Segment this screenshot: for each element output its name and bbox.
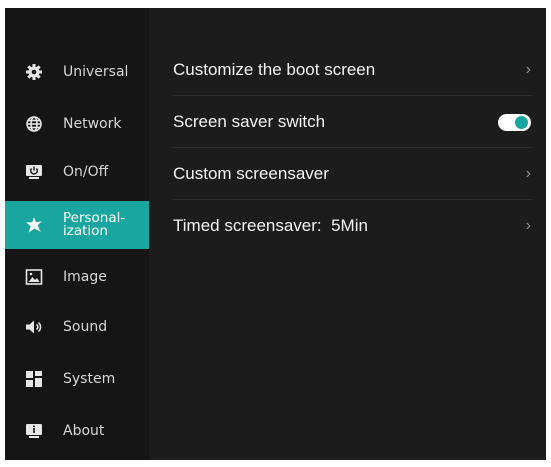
- info-monitor-icon: [25, 422, 43, 440]
- sidebar-item-label: Universal: [63, 64, 129, 80]
- sidebar-item-sound[interactable]: Sound: [5, 304, 149, 350]
- chevron-right-icon: ›: [525, 165, 531, 182]
- sidebar-item-image[interactable]: Image: [5, 254, 149, 300]
- sidebar-item-label: Personal- ization: [63, 210, 126, 239]
- custom-screensaver-row[interactable]: Custom screensaver ›: [173, 148, 533, 200]
- sidebar-item-about[interactable]: About: [5, 408, 149, 454]
- settings-window: Universal Network On/Off Personal- izati…: [5, 8, 546, 460]
- system-grid-icon: [25, 370, 43, 388]
- personalization-icon: [25, 216, 43, 234]
- sidebar-item-personalization[interactable]: Personal- ization: [5, 201, 149, 249]
- sidebar-item-universal[interactable]: Universal: [5, 49, 149, 95]
- screen-saver-switch-label: Screen saver switch: [173, 112, 326, 131]
- boot-screen-row[interactable]: Customize the boot screen ›: [173, 44, 533, 96]
- chevron-right-icon: ›: [525, 61, 531, 78]
- timed-screensaver-row[interactable]: Timed screensaver: 5Min ›: [173, 200, 533, 252]
- speaker-icon: [25, 318, 43, 336]
- sidebar-item-label: System: [63, 371, 116, 387]
- timed-screensaver-label: Timed screensaver: 5Min: [173, 216, 368, 235]
- sidebar-item-label: About: [63, 423, 105, 439]
- image-icon: [25, 268, 43, 286]
- chevron-right-icon: ›: [525, 217, 531, 234]
- screen-saver-switch-row[interactable]: Screen saver switch: [173, 96, 533, 148]
- globe-icon: [25, 115, 43, 133]
- toggle-knob: [515, 115, 528, 129]
- boot-screen-label: Customize the boot screen: [173, 60, 376, 79]
- power-monitor-icon: [25, 163, 43, 181]
- screen-saver-toggle[interactable]: [498, 113, 531, 131]
- custom-screensaver-label: Custom screensaver: [173, 164, 329, 183]
- gear-icon: [25, 63, 43, 81]
- sidebar-item-label: Image: [63, 269, 107, 285]
- sidebar-item-label: Sound: [63, 319, 108, 335]
- sidebar-item-label: On/Off: [63, 164, 109, 180]
- sidebar: Universal Network On/Off Personal- izati…: [5, 8, 149, 460]
- sidebar-item-label: Network: [63, 116, 122, 132]
- sidebar-item-network[interactable]: Network: [5, 101, 149, 147]
- sidebar-item-system[interactable]: System: [5, 356, 149, 402]
- sidebar-item-on-off[interactable]: On/Off: [5, 149, 149, 195]
